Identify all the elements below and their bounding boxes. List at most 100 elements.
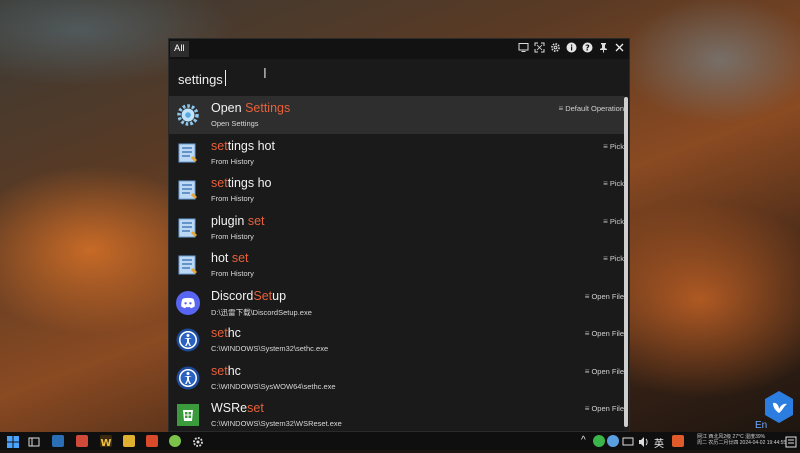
- result-title-match: set: [231, 251, 249, 265]
- ime-en-badge[interactable]: En: [755, 420, 767, 431]
- input-method-icon[interactable]: [672, 435, 684, 447]
- result-subtitle: Open Settings: [211, 119, 259, 128]
- app-icon-3[interactable]: [146, 435, 158, 447]
- result-title-match: set: [211, 363, 228, 378]
- notification-icon[interactable]: [785, 435, 797, 448]
- menu-lines-icon: ≡: [603, 216, 608, 226]
- result-title: plugin set: [211, 214, 265, 228]
- launcher-top-bar: All ?: [169, 39, 629, 59]
- result-action-label: Open File: [591, 366, 624, 376]
- pin-icon[interactable]: [598, 42, 609, 53]
- task-view-icon[interactable]: [28, 435, 40, 447]
- gear-icon[interactable]: [550, 42, 561, 53]
- result-title-prefix: plugin: [211, 213, 248, 228]
- result-row[interactable]: hot set From History ≡ Pick: [169, 246, 624, 284]
- result-action[interactable]: ≡ Pick: [603, 254, 624, 263]
- result-action[interactable]: ≡ Open File: [585, 329, 624, 338]
- menu-lines-icon: ≡: [584, 366, 590, 376]
- help-icon[interactable]: ?: [582, 42, 593, 53]
- close-icon[interactable]: [614, 42, 625, 53]
- result-action[interactable]: ≡ Open File: [585, 404, 624, 413]
- mouse-ibeam-cursor: I: [263, 67, 267, 82]
- result-subtitle: From History: [211, 269, 254, 278]
- result-title-match: set: [211, 138, 228, 153]
- search-row: I: [169, 59, 629, 97]
- app-icon-2[interactable]: [76, 435, 88, 447]
- launcher-window: All ? I: [168, 38, 630, 432]
- result-title: sethc: [211, 364, 241, 378]
- tray-chevron-up-icon[interactable]: ^: [581, 435, 586, 446]
- app-icon-1[interactable]: [52, 435, 64, 447]
- results-list: Open Settings Open Settings ≡ Default Opera…: [169, 96, 629, 433]
- result-title-suffix: tings hot: [227, 138, 275, 153]
- history-icon: [176, 216, 200, 240]
- menu-lines-icon: ≡: [584, 329, 590, 338]
- result-action[interactable]: ≡ Open File: [585, 292, 624, 301]
- result-row[interactable]: WSReset C:\WINDOWS\System32\WSReset.exe ≡ O…: [169, 396, 624, 433]
- result-title-suffix: hc: [227, 363, 241, 378]
- result-action-label: Pick: [609, 216, 624, 226]
- sethc-icon: [176, 366, 200, 390]
- result-row[interactable]: sethc C:\WINDOWS\SysWOW64\sethc.exe ≡ Open …: [169, 359, 624, 397]
- result-title: sethc: [211, 326, 241, 340]
- ime-language-indicator[interactable]: 英: [654, 435, 664, 450]
- result-subtitle: C:\WINDOWS\SysWOW64\sethc.exe: [211, 381, 336, 391]
- result-title: WSReset: [211, 401, 264, 415]
- result-subtitle: From History: [211, 194, 254, 203]
- menu-lines-icon: ≡: [603, 141, 608, 151]
- result-action[interactable]: ≡ Open File: [585, 367, 624, 376]
- menu-lines-icon: ≡: [603, 254, 608, 263]
- clock-area[interactable]: 网江 西北风2级 27°C 湿度39% 周二 农历二月廿四 2024-04-02…: [697, 434, 786, 446]
- cloud-icon[interactable]: [607, 435, 619, 447]
- result-subtitle: From History: [211, 231, 254, 241]
- result-action-label: Pick: [609, 254, 624, 263]
- discord-icon: [176, 290, 200, 315]
- result-action[interactable]: ≡ Pick: [603, 142, 624, 151]
- result-title-prefix: hot: [211, 251, 232, 265]
- result-title-match: set: [211, 176, 228, 190]
- result-subtitle: C:\WINDOWS\System32\WSReset.exe: [211, 419, 342, 428]
- svg-text:?: ?: [585, 43, 590, 52]
- windows-start-icon[interactable]: [7, 435, 19, 448]
- result-action[interactable]: ≡ Pick: [603, 217, 624, 226]
- tab-all[interactable]: All: [170, 41, 189, 57]
- monitor-icon[interactable]: [622, 435, 634, 447]
- result-action-label: Pick: [609, 179, 624, 188]
- result-row[interactable]: DiscordSetup D:\迅雷下载\DiscordSetup.exe ≡ Ope…: [169, 284, 624, 322]
- word-processor-icon[interactable]: W: [100, 435, 112, 449]
- menu-lines-icon: ≡: [603, 179, 608, 188]
- result-title-suffix: hc: [227, 326, 241, 340]
- menu-lines-icon: ≡: [558, 104, 564, 113]
- result-title-match: Set: [253, 288, 273, 303]
- menu-lines-icon: ≡: [584, 291, 590, 301]
- result-row[interactable]: settings hot From History ≡ Pick: [169, 134, 624, 172]
- result-row[interactable]: Open Settings Open Settings ≡ Default Opera…: [169, 96, 624, 134]
- expand-icon[interactable]: [534, 42, 545, 53]
- folder-icon[interactable]: [123, 435, 135, 447]
- result-title: settings hot: [211, 139, 275, 153]
- result-row[interactable]: settings ho From History ≡ Pick: [169, 171, 624, 209]
- taskbar: W ^ 英 网江 西北风2级 27°C 湿度39% 周二 农历二月廿四 2024…: [0, 432, 800, 450]
- history-icon: [176, 141, 200, 165]
- settings-taskbar-icon[interactable]: [192, 435, 204, 447]
- result-title-match: set: [211, 326, 228, 340]
- wsreset-icon: [176, 403, 200, 427]
- info-icon[interactable]: [566, 42, 577, 53]
- floating-assistant-icon[interactable]: [762, 390, 796, 424]
- result-action[interactable]: ≡ Pick: [603, 179, 624, 188]
- result-subtitle: C:\WINDOWS\System32\sethc.exe: [211, 344, 329, 353]
- wechat-icon[interactable]: [593, 435, 605, 447]
- result-title-match: Settings: [245, 101, 291, 115]
- result-row[interactable]: plugin set From History ≡ Pick: [169, 209, 624, 247]
- result-action-label: Open File: [591, 404, 624, 413]
- text-caret: [225, 70, 226, 86]
- search-input[interactable]: [178, 70, 478, 88]
- result-row[interactable]: sethc C:\WINDOWS\System32\sethc.exe ≡ Open …: [169, 321, 624, 359]
- scrollbar-thumb[interactable]: [624, 97, 628, 427]
- window-icon[interactable]: [518, 42, 529, 53]
- volume-icon[interactable]: [638, 435, 650, 447]
- result-title-match: set: [247, 401, 264, 415]
- result-action[interactable]: ≡ Default Operation: [559, 104, 624, 113]
- sethc-icon: [176, 328, 200, 352]
- app-icon-4[interactable]: [169, 435, 181, 447]
